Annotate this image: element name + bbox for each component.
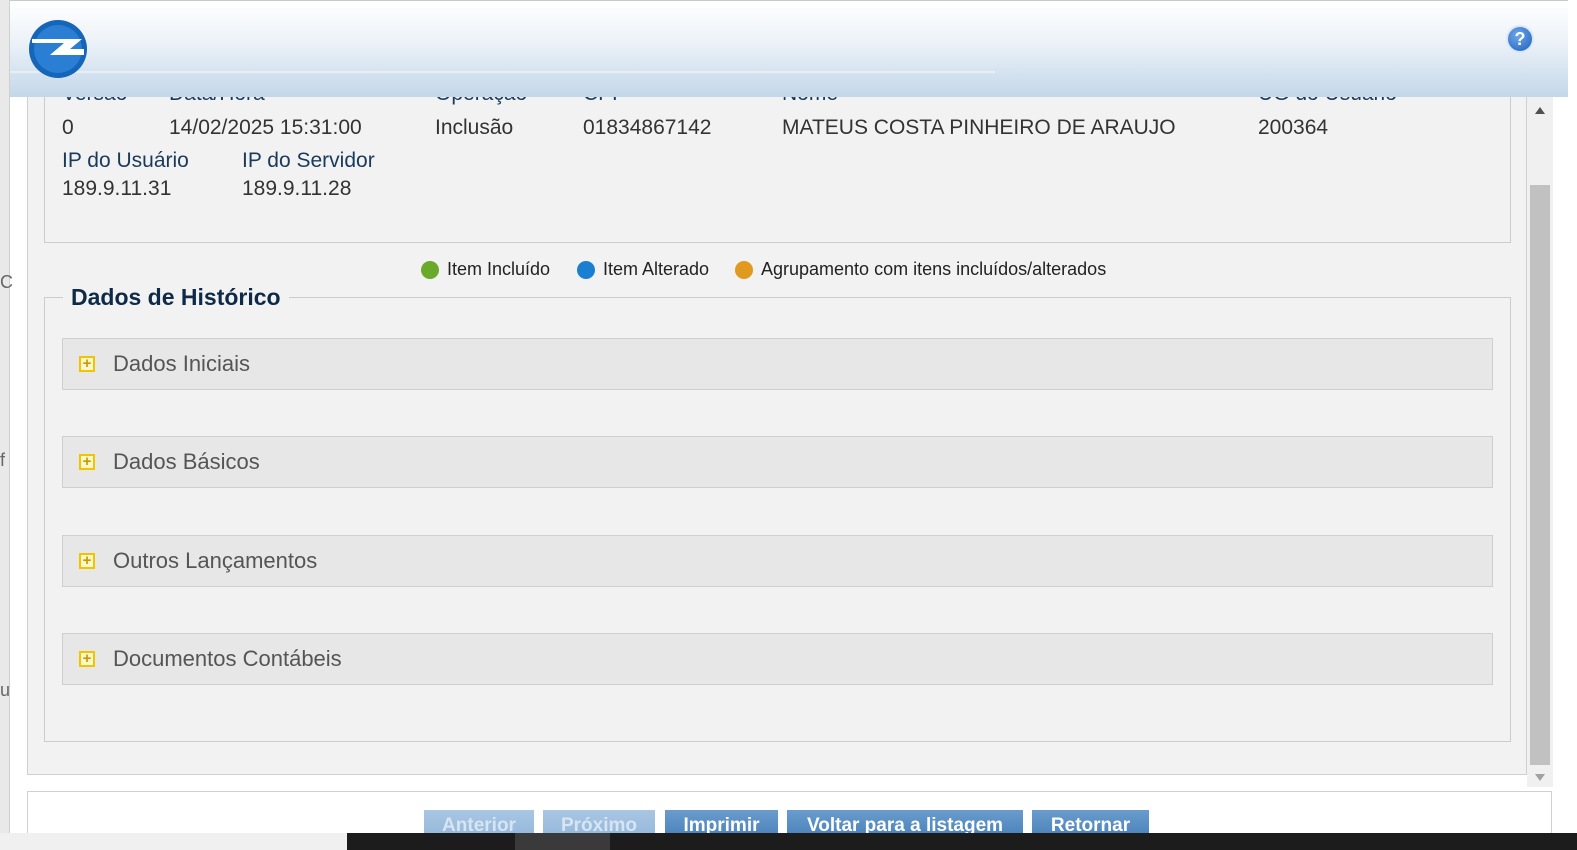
expand-plus-icon[interactable]: + — [79, 553, 95, 569]
green-dot-icon — [421, 260, 439, 279]
expand-plus-icon[interactable]: + — [79, 651, 95, 667]
help-icon[interactable]: ? — [1506, 25, 1534, 53]
field-nome: Nome MATEUS COSTA PINHEIRO DE ARAUJO — [782, 97, 1176, 141]
field-label: CPF — [583, 97, 711, 107]
legend: Item Incluído Item Alterado Agrupamento … — [28, 259, 1526, 283]
section-label: Outros Lançamentos — [113, 548, 318, 573]
section-dados-iniciais[interactable]: + Dados Iniciais — [62, 338, 1493, 390]
field-ip-servidor: IP do Servidor 189.9.11.28 — [242, 148, 375, 202]
background-text-fragment: C — [0, 272, 13, 292]
field-label: Data/Hora — [169, 97, 362, 107]
field-value: 0 — [62, 116, 74, 139]
expand-plus-icon[interactable]: + — [79, 356, 95, 372]
blue-dot-icon — [577, 260, 595, 279]
taskbar-segment — [0, 833, 347, 850]
field-label: Nome — [782, 97, 1176, 107]
orange-dot-icon — [735, 260, 753, 279]
legend-label: Item Alterado — [603, 259, 710, 279]
field-value: Inclusão — [435, 116, 514, 139]
legend-label: Agrupamento com itens incluídos/alterado… — [761, 259, 1107, 279]
os-taskbar — [0, 833, 1577, 850]
field-value: 14/02/2025 15:31:00 — [169, 116, 362, 139]
field-value: 01834867142 — [583, 116, 712, 139]
history-section-title: Dados de Histórico — [63, 284, 289, 311]
vertical-scrollbar[interactable] — [1527, 97, 1553, 787]
field-value: 189.9.11.28 — [242, 177, 352, 200]
header-divider — [10, 71, 995, 73]
section-label: Documentos Contábeis — [113, 646, 342, 671]
field-value: 189.9.11.31 — [62, 177, 172, 200]
background-window-edge: C f u — [0, 0, 13, 850]
section-label: Dados Iniciais — [113, 351, 250, 376]
background-text-fragment: f — [0, 450, 6, 470]
legend-item-altered: Item Alterado — [577, 259, 709, 280]
field-ip-usuario: IP do Usuário 189.9.11.31 — [62, 148, 189, 202]
history-data-fieldset: Dados de Histórico + Dados Iniciais + Da… — [44, 284, 1511, 742]
legend-item-grouping: Agrupamento com itens incluídos/alterado… — [735, 259, 1106, 280]
field-label: IP do Usuário — [62, 149, 189, 172]
scroll-down-arrow-icon[interactable] — [1535, 774, 1545, 781]
background-text-fragment: u — [0, 680, 11, 700]
history-detail-content: Versão 0 Data/Hora 14/02/2025 15:31:00 O… — [27, 97, 1527, 775]
legend-item-included: Item Incluído — [421, 259, 550, 280]
section-label: Dados Básicos — [113, 449, 260, 474]
scroll-up-arrow-icon[interactable] — [1535, 107, 1545, 114]
section-outros-lancamentos[interactable]: + Outros Lançamentos — [62, 535, 1493, 587]
field-cpf: CPF 01834867142 — [583, 97, 711, 141]
section-documentos-contabeis[interactable]: + Documentos Contábeis — [62, 633, 1493, 685]
version-info-panel: Versão 0 Data/Hora 14/02/2025 15:31:00 O… — [44, 97, 1511, 243]
field-operacao: Operação Inclusão — [435, 97, 527, 141]
scroll-thumb[interactable] — [1530, 185, 1550, 765]
field-versao: Versão 0 — [62, 97, 127, 141]
modal-header: ? — [10, 0, 1568, 97]
siafi-logo-icon — [29, 20, 87, 78]
field-value: MATEUS COSTA PINHEIRO DE ARAUJO — [782, 116, 1176, 139]
legend-label: Item Incluído — [447, 259, 551, 279]
field-value: 200364 — [1258, 116, 1329, 139]
field-ug-usuario: UG do Usuário 200364 — [1258, 97, 1397, 141]
section-dados-basicos[interactable]: + Dados Básicos — [62, 436, 1493, 488]
field-data-hora: Data/Hora 14/02/2025 15:31:00 — [169, 97, 362, 141]
taskbar-segment — [515, 833, 610, 850]
field-label: IP do Servidor — [242, 149, 375, 172]
field-label: UG do Usuário — [1258, 97, 1397, 107]
field-label: Versão — [62, 97, 127, 107]
expand-plus-icon[interactable]: + — [79, 454, 95, 470]
field-label: Operação — [435, 97, 527, 107]
